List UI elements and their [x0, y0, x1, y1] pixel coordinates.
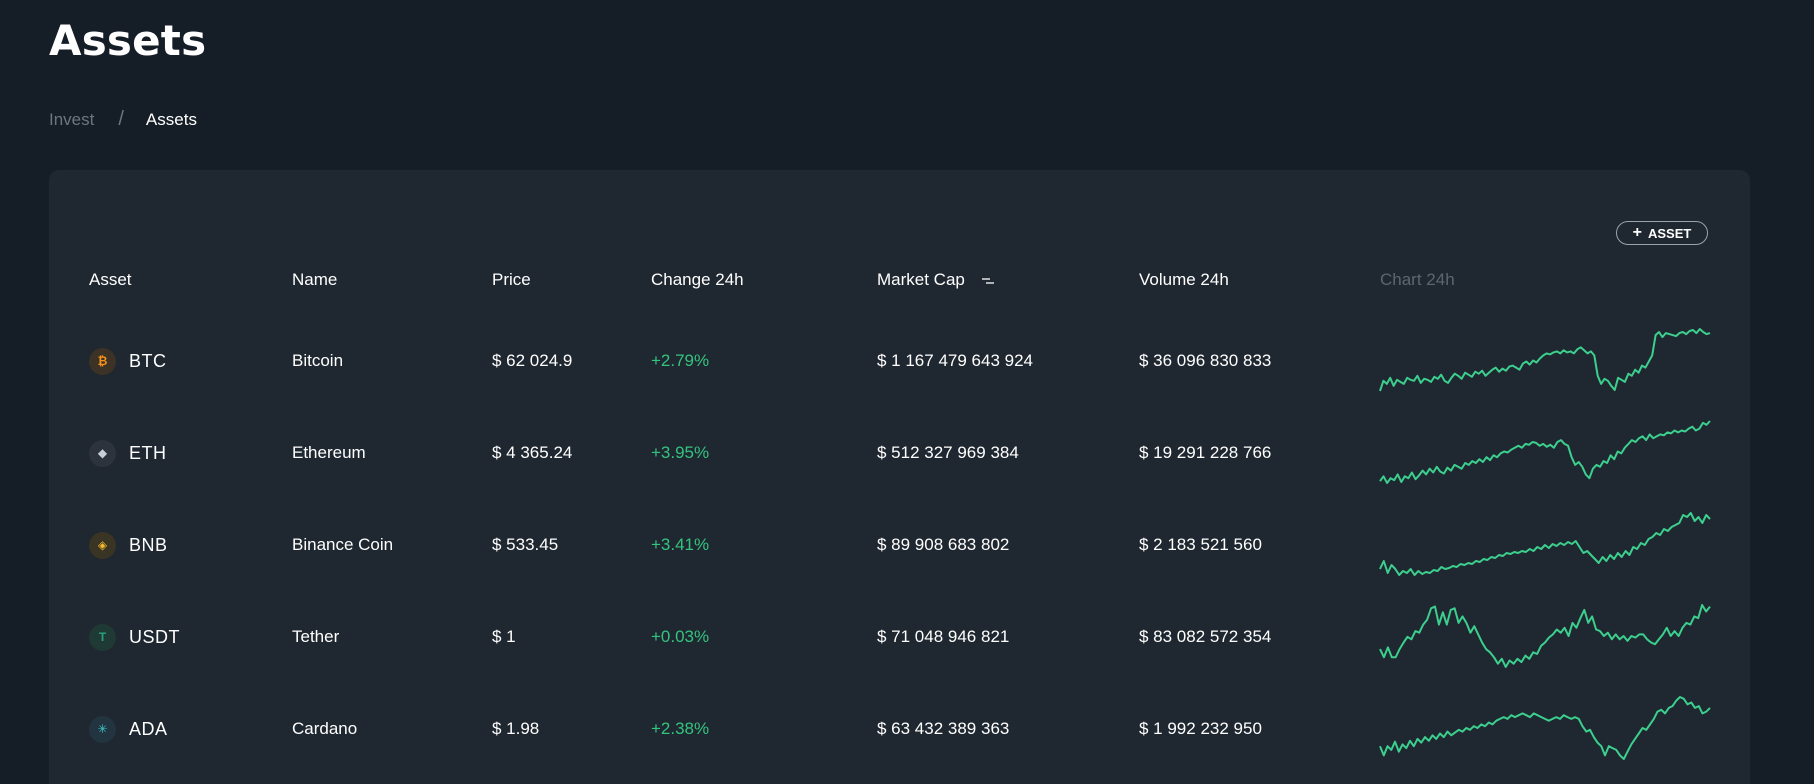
breadcrumb: Invest / Assets: [49, 108, 197, 131]
asset-symbol: USDT: [129, 626, 180, 647]
add-asset-button[interactable]: + ASSET: [1616, 221, 1708, 245]
table-row[interactable]: ◈ BNB Binance Coin $ 533.45 +3.41% $ 89 908 6…: [49, 499, 1750, 591]
breadcrumb-current: Assets: [145, 109, 197, 129]
header-name[interactable]: Name: [292, 270, 337, 290]
asset-name: Cardano: [292, 719, 358, 738]
add-asset-label: ASSET: [1648, 225, 1692, 241]
asset-market-cap: $ 71 048 946 821: [877, 627, 1010, 646]
cardano-icon: ✳: [89, 715, 116, 743]
page-title: Assets: [49, 16, 207, 65]
table-row[interactable]: T USDT Tether $ 1 +0.03% $ 71 048 946 821 $ 83…: [49, 591, 1750, 683]
asset-price: $ 1: [492, 627, 516, 646]
tether-icon: T: [89, 623, 116, 651]
sparkline-chart: [1379, 512, 1711, 576]
table-row[interactable]: ◆ ETH Ethereum $ 4 365.24 +3.95% $ 512 327 96…: [49, 407, 1750, 499]
asset-cell: ₿ BTC: [89, 315, 167, 407]
binance-icon: ◈: [89, 531, 116, 559]
table-row[interactable]: ✳ ADA Cardano $ 1.98 +2.38% $ 63 432 389 363 $…: [49, 683, 1750, 775]
sparkline-line: [1379, 328, 1711, 392]
asset-symbol: BNB: [129, 534, 168, 555]
asset-cell: ◈ BNB: [89, 499, 168, 591]
breadcrumb-separator: /: [118, 108, 124, 130]
asset-symbol: ADA: [129, 718, 168, 739]
bitcoin-icon: ₿: [89, 347, 116, 375]
sparkline-line: [1379, 420, 1711, 484]
asset-volume-24h: $ 19 291 228 766: [1139, 443, 1272, 462]
header-volume[interactable]: Volume 24h: [1139, 270, 1229, 290]
asset-market-cap: $ 1 167 479 643 924: [877, 351, 1033, 370]
sparkline-chart: [1379, 604, 1711, 668]
sparkline-line: [1379, 512, 1711, 576]
sparkline-line: [1379, 604, 1711, 668]
asset-cell: T USDT: [89, 591, 180, 683]
header-chart: Chart 24h: [1380, 270, 1455, 289]
asset-market-cap: $ 63 432 389 363: [877, 719, 1010, 738]
asset-change-24h: +2.38%: [651, 719, 710, 738]
ethereum-icon: ◆: [89, 439, 116, 467]
asset-name: Tether: [292, 627, 340, 646]
asset-price: $ 62 024.9: [492, 351, 573, 370]
header-change[interactable]: Change 24h: [651, 270, 744, 290]
sparkline-line: [1379, 696, 1711, 760]
asset-price: $ 4 365.24: [492, 443, 573, 462]
asset-symbol: ETH: [129, 442, 167, 463]
assets-panel: + ASSET Asset Name Price Change 24h Mark…: [49, 170, 1750, 784]
sort-descending-icon[interactable]: [981, 277, 995, 287]
asset-volume-24h: $ 36 096 830 833: [1139, 351, 1272, 370]
plus-icon: +: [1632, 224, 1642, 241]
table-row[interactable]: ₿ BTC Bitcoin $ 62 024.9 +2.79% $ 1 167 479 6…: [49, 315, 1750, 407]
asset-change-24h: +3.41%: [651, 535, 710, 554]
asset-change-24h: +0.03%: [651, 627, 710, 646]
header-market-cap[interactable]: Market Cap: [877, 270, 995, 290]
asset-volume-24h: $ 1 992 232 950: [1139, 719, 1262, 738]
asset-price: $ 533.45: [492, 535, 559, 554]
asset-market-cap: $ 512 327 969 384: [877, 443, 1019, 462]
header-price[interactable]: Price: [492, 270, 531, 290]
asset-price: $ 1.98: [492, 719, 540, 738]
asset-cell: ✳ ADA: [89, 683, 168, 775]
sparkline-chart: [1379, 696, 1711, 760]
asset-market-cap: $ 89 908 683 802: [877, 535, 1010, 554]
asset-volume-24h: $ 2 183 521 560: [1139, 535, 1262, 554]
asset-symbol: BTC: [129, 350, 167, 371]
asset-name: Ethereum: [292, 443, 366, 462]
asset-change-24h: +3.95%: [651, 443, 710, 462]
sparkline-chart: [1379, 328, 1711, 392]
sparkline-chart: [1379, 420, 1711, 484]
asset-name: Bitcoin: [292, 351, 344, 370]
breadcrumb-link-invest[interactable]: Invest: [49, 110, 94, 130]
header-market-cap-label: Market Cap: [877, 270, 965, 289]
asset-name: Binance Coin: [292, 535, 394, 554]
asset-volume-24h: $ 83 082 572 354: [1139, 627, 1272, 646]
asset-cell: ◆ ETH: [89, 407, 167, 499]
asset-change-24h: +2.79%: [651, 351, 710, 370]
header-asset[interactable]: Asset: [89, 270, 132, 290]
